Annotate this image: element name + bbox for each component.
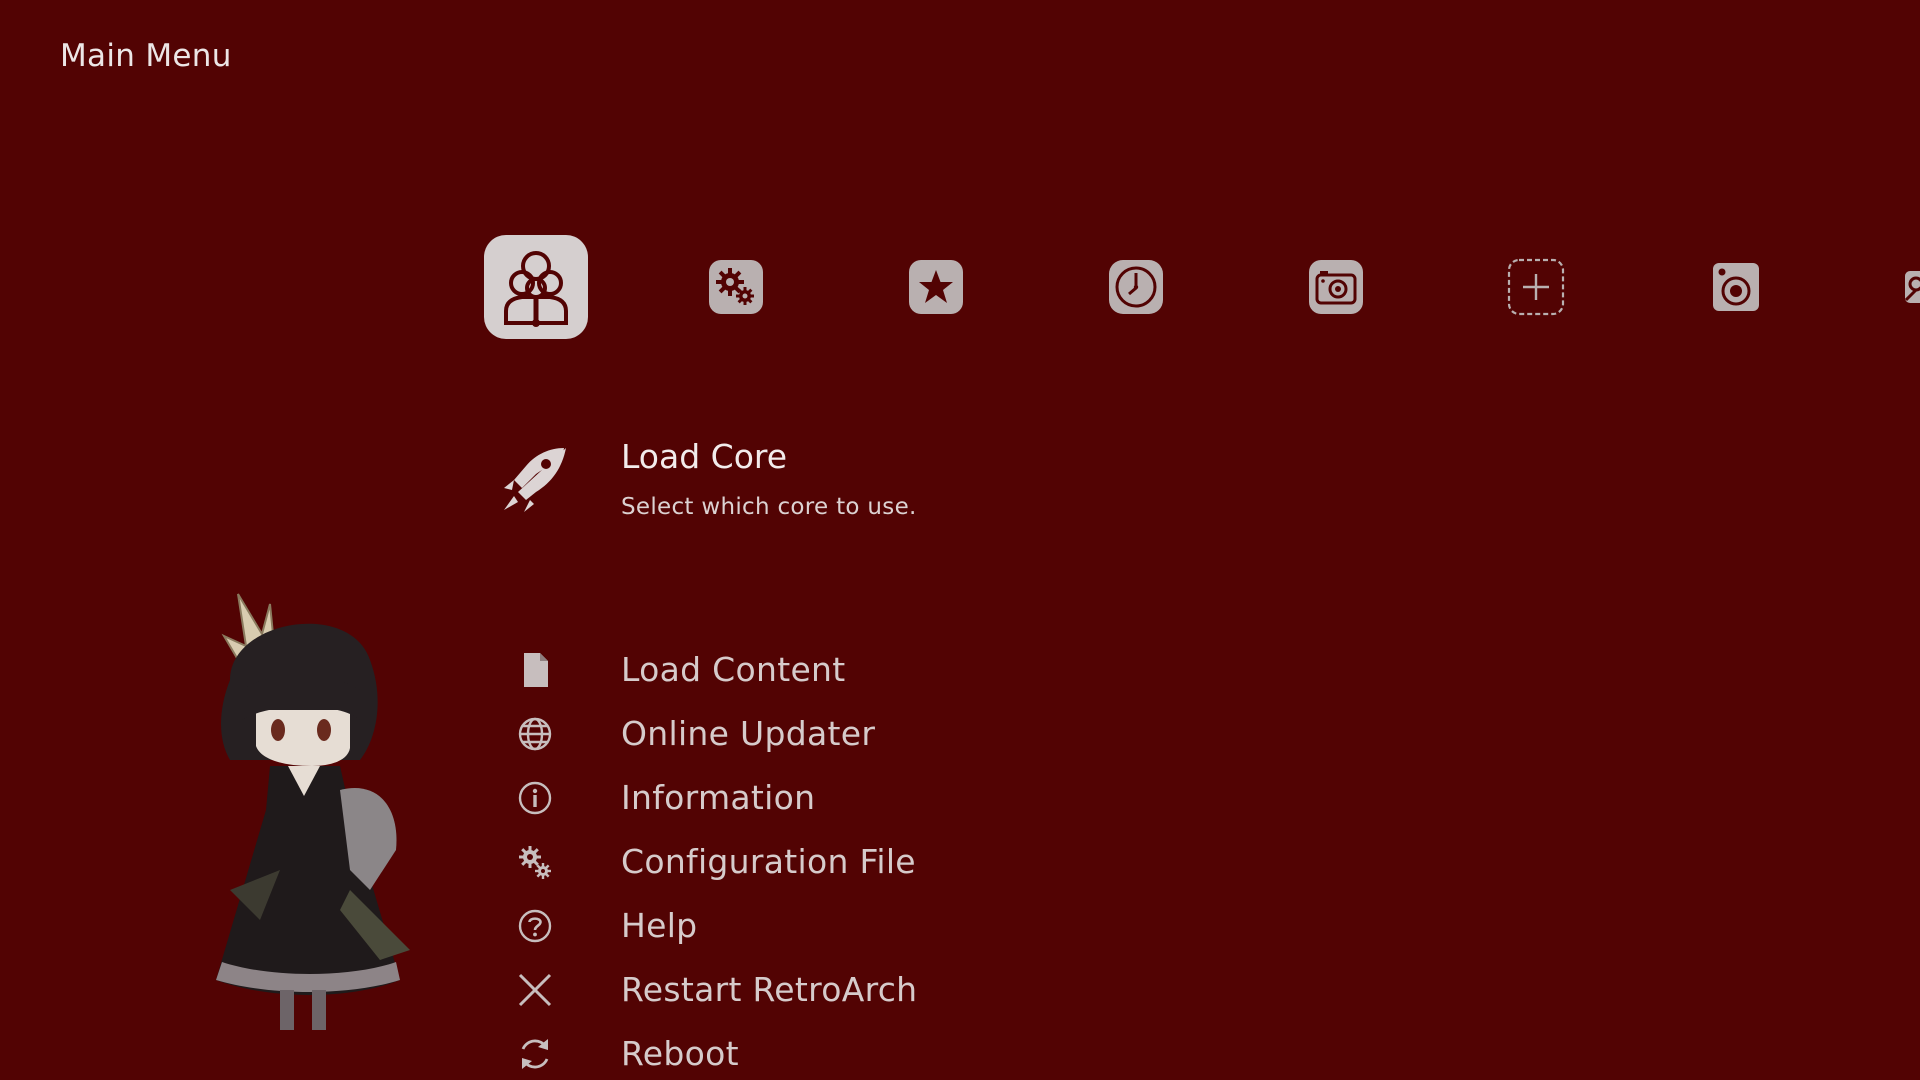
menu-item-label: Information xyxy=(621,778,816,817)
page-title: Main Menu xyxy=(60,38,232,74)
reboot-icon xyxy=(521,1039,549,1069)
menu-item-label: Restart RetroArch xyxy=(621,970,918,1009)
menu-item-label: Online Updater xyxy=(621,714,876,753)
plus-icon xyxy=(1507,258,1565,316)
menu-item-label: Reboot xyxy=(621,1034,739,1073)
category-video[interactable] xyxy=(1904,270,1920,304)
menu-item-label: Load Content xyxy=(621,650,846,689)
gears-icon xyxy=(519,846,551,879)
help-icon xyxy=(518,909,552,943)
file-icon xyxy=(524,653,548,687)
video-icon xyxy=(1904,271,1920,303)
star-icon xyxy=(909,260,963,314)
retroarch-xmb-screen: Main Menu Load Core Select which core to… xyxy=(0,0,1920,1080)
category-favorites[interactable] xyxy=(908,259,964,315)
camera-icon xyxy=(1309,260,1363,314)
category-music[interactable] xyxy=(1712,262,1760,312)
clock-icon xyxy=(1109,260,1163,314)
close-icon xyxy=(518,973,552,1007)
category-settings[interactable] xyxy=(708,259,764,315)
speaker-icon xyxy=(1713,263,1759,311)
info-icon xyxy=(518,781,552,815)
menu-item-label: Configuration File xyxy=(621,842,916,881)
settings-gears-icon xyxy=(709,260,763,314)
category-main-menu[interactable] xyxy=(482,233,590,341)
category-history[interactable] xyxy=(1108,259,1164,315)
category-images[interactable] xyxy=(1308,259,1364,315)
character-thumbnail xyxy=(216,593,410,1030)
selected-item-sublabel: Select which core to use. xyxy=(621,494,917,520)
menu-item-label: Help xyxy=(621,906,698,945)
main-menu-icon xyxy=(484,235,588,339)
category-add[interactable] xyxy=(1507,258,1565,316)
selected-item-label: Load Core xyxy=(621,437,788,476)
globe-icon xyxy=(518,717,552,751)
menu-item-reboot[interactable]: Reboot xyxy=(0,1024,1920,1080)
rocket-icon xyxy=(504,448,566,512)
